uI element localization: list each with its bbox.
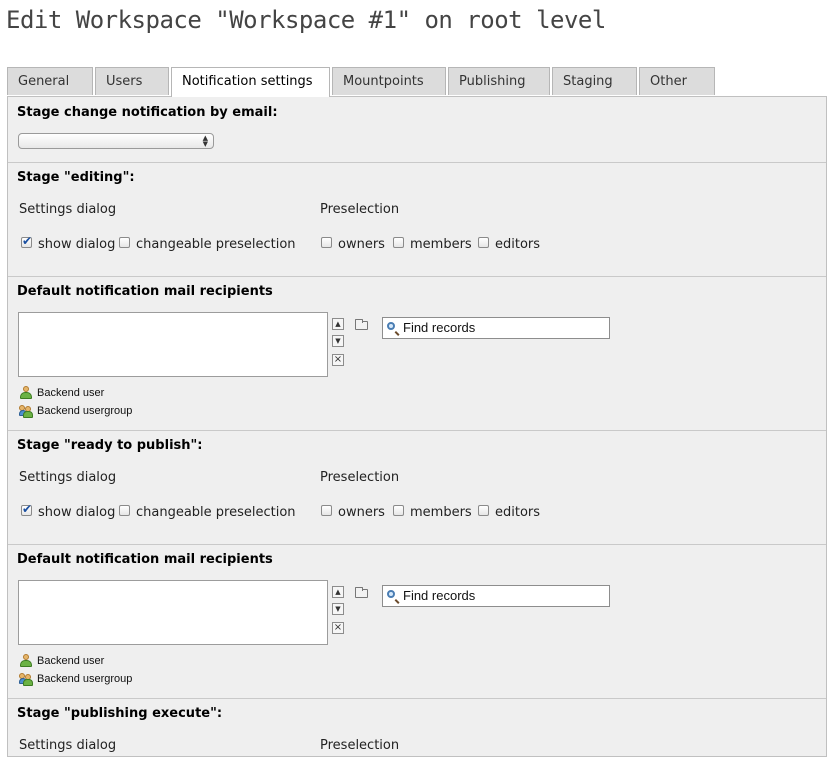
move-up-button[interactable]: ▲ (332, 318, 344, 330)
section-recipients-2: Default notification mail recipients ▲ ▼… (8, 545, 826, 699)
recipients-listbox[interactable] (18, 312, 328, 377)
stage-ready-title: Stage "ready to publish": (17, 438, 203, 453)
editors-label: editors (495, 237, 541, 252)
show-dialog-label: show dialog (38, 237, 116, 252)
backend-user-label: Backend user (37, 655, 105, 667)
show-dialog-checkbox[interactable] (21, 502, 32, 516)
stage-editing-title: Stage "editing": (17, 170, 135, 185)
settings-dialog-label: Settings dialog (19, 470, 117, 485)
remove-button[interactable]: × (332, 354, 344, 366)
members-label: members (410, 505, 472, 520)
editors-checkbox[interactable] (478, 237, 489, 248)
find-records-input[interactable]: Find records (382, 585, 610, 607)
tab-publishing[interactable]: Publishing (448, 67, 550, 95)
backend-user-icon (19, 654, 33, 668)
owners-checkbox[interactable] (321, 505, 332, 516)
find-records-input[interactable]: Find records (382, 317, 610, 339)
backend-usergroup-icon (19, 672, 33, 686)
move-up-button[interactable]: ▲ (332, 586, 344, 598)
settings-dialog-label: Settings dialog (19, 738, 117, 753)
changeable-preselection-label: changeable preselection (136, 237, 296, 252)
tab-mountpoints[interactable]: Mountpoints (332, 67, 446, 95)
recipients-listbox[interactable] (18, 580, 328, 645)
recipients-title: Default notification mail recipients (17, 284, 273, 299)
remove-button[interactable]: × (332, 622, 344, 634)
changeable-preselection-checkbox[interactable] (119, 505, 130, 516)
section-recipients-1: Default notification mail recipients ▲ ▼… (8, 277, 826, 431)
folder-icon[interactable] (355, 587, 368, 598)
preselection-label: Preselection (320, 470, 400, 485)
stage-publishing-title: Stage "publishing execute": (17, 706, 223, 721)
editors-checkbox[interactable] (478, 505, 489, 516)
find-records-placeholder: Find records (403, 320, 476, 335)
find-records-placeholder: Find records (403, 588, 476, 603)
owners-label: owners (338, 237, 385, 252)
settings-dialog-label: Settings dialog (19, 202, 117, 217)
show-dialog-checkbox[interactable] (21, 234, 32, 248)
recipients-title: Default notification mail recipients (17, 552, 273, 567)
owners-checkbox[interactable] (321, 237, 332, 248)
section-stage-editing: Stage "editing": Settings dialog Presele… (8, 163, 826, 277)
page-title: Edit Workspace "Workspace #1" on root le… (6, 6, 606, 34)
tab-general[interactable]: General (7, 67, 93, 95)
preselection-label: Preselection (320, 738, 400, 753)
move-down-button[interactable]: ▼ (332, 335, 344, 347)
owners-label: owners (338, 505, 385, 520)
members-label: members (410, 237, 472, 252)
backend-usergroup-icon (19, 404, 33, 418)
notification-select[interactable]: ▲ ▼ (18, 133, 214, 149)
tab-users[interactable]: Users (95, 67, 169, 95)
backend-usergroup-label: Backend usergroup (37, 673, 133, 685)
members-checkbox[interactable] (393, 237, 404, 248)
search-icon (387, 322, 395, 330)
folder-icon[interactable] (355, 319, 368, 330)
show-dialog-label: show dialog (38, 505, 116, 520)
notification-title: Stage change notification by email: (17, 105, 278, 120)
section-stage-publishing: Stage "publishing execute": Settings dia… (8, 699, 826, 756)
preselection-label: Preselection (320, 202, 400, 217)
members-checkbox[interactable] (393, 505, 404, 516)
tab-notification-settings[interactable]: Notification settings (171, 67, 330, 97)
backend-user-label: Backend user (37, 387, 105, 399)
section-stage-ready: Stage "ready to publish": Settings dialo… (8, 431, 826, 545)
editors-label: editors (495, 505, 541, 520)
changeable-preselection-checkbox[interactable] (119, 237, 130, 248)
move-down-button[interactable]: ▼ (332, 603, 344, 615)
tab-other[interactable]: Other (639, 67, 715, 95)
search-icon (387, 590, 395, 598)
tab-panel: Stage change notification by email: ▲ ▼ S… (7, 96, 827, 757)
select-arrows-icon: ▲ ▼ (202, 134, 208, 148)
backend-user-icon (19, 386, 33, 400)
backend-usergroup-label: Backend usergroup (37, 405, 133, 417)
section-notification: Stage change notification by email: ▲ ▼ (8, 97, 826, 163)
changeable-preselection-label: changeable preselection (136, 505, 296, 520)
tab-staging[interactable]: Staging (552, 67, 637, 95)
tab-bar: General Users Notification settings Moun… (7, 67, 827, 97)
